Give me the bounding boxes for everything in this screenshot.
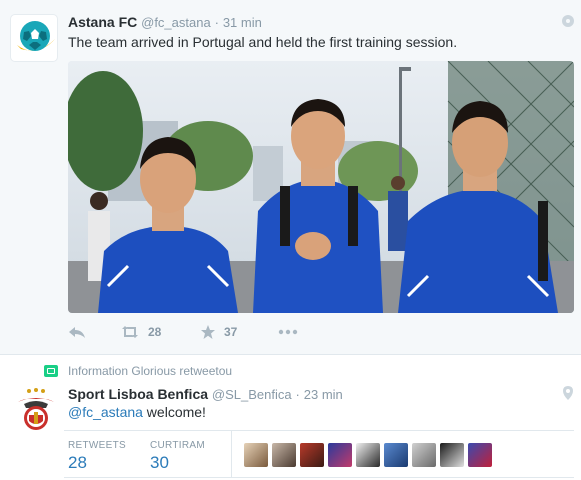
retweets-value: 28 xyxy=(68,453,87,472)
account-fullname[interactable]: Astana FC xyxy=(68,14,137,30)
retweet-context-text[interactable]: Information Glorious retweetou xyxy=(68,364,232,378)
location-pin-icon[interactable] xyxy=(563,386,573,400)
account-handle[interactable]: @SL_Benfica xyxy=(212,387,292,402)
user-avatar[interactable] xyxy=(300,443,324,467)
favorite-count: 37 xyxy=(224,325,238,339)
user-avatar[interactable] xyxy=(440,443,464,467)
more-icon xyxy=(278,329,298,335)
retweet-icon xyxy=(122,326,138,338)
tweet-timestamp[interactable]: 31 min xyxy=(223,15,262,30)
favoriters-avatars xyxy=(244,443,492,467)
tweet-actions: 28 37 xyxy=(68,322,398,344)
astana-avatar[interactable] xyxy=(10,14,58,62)
gear-icon[interactable] xyxy=(562,15,574,27)
tweet-timestamp[interactable]: 23 min xyxy=(304,387,343,402)
likes-label: CURTIRAM xyxy=(150,440,205,451)
tweet-text: The team arrived in Portugal and held th… xyxy=(68,34,458,50)
retweet-context: Information Glorious retweetou xyxy=(44,363,232,379)
reply-button[interactable] xyxy=(68,322,86,342)
user-avatar[interactable] xyxy=(468,443,492,467)
reply-icon xyxy=(69,327,85,338)
user-avatar[interactable] xyxy=(384,443,408,467)
user-avatar[interactable] xyxy=(412,443,436,467)
mention-link[interactable]: @fc_astana xyxy=(68,404,143,420)
tweet-text-body: welcome! xyxy=(142,404,206,420)
more-button[interactable] xyxy=(278,322,298,342)
user-avatar[interactable] xyxy=(328,443,352,467)
likes-value: 30 xyxy=(150,453,169,472)
account-fullname[interactable]: Sport Lisboa Benfica xyxy=(68,386,208,402)
tweet-text: @fc_astana welcome! xyxy=(68,404,206,420)
retweet-badge-icon xyxy=(44,365,58,377)
separator-dot: · xyxy=(214,15,219,30)
tweet-stats: RETWEETS 28 CURTIRAM 30 xyxy=(64,430,574,478)
account-handle[interactable]: @fc_astana xyxy=(141,15,211,30)
tweet-astana[interactable]: Astana FC @fc_astana · 31 min The team a… xyxy=(0,0,581,355)
user-avatar[interactable] xyxy=(272,443,296,467)
tweet-photo[interactable] xyxy=(68,61,574,313)
star-icon xyxy=(201,325,215,339)
separator-dot: · xyxy=(295,387,300,402)
retweet-count: 28 xyxy=(148,325,162,339)
retweets-label: RETWEETS xyxy=(68,440,126,451)
stats-divider xyxy=(231,431,232,477)
retweet-button[interactable]: 28 xyxy=(120,322,161,342)
benfica-avatar[interactable] xyxy=(14,388,58,434)
favorite-button[interactable]: 37 xyxy=(200,322,237,342)
user-avatar[interactable] xyxy=(244,443,268,467)
tweet-header: Astana FC @fc_astana · 31 min xyxy=(68,14,262,30)
user-avatar[interactable] xyxy=(356,443,380,467)
tweet-header: Sport Lisboa Benfica @SL_Benfica · 23 mi… xyxy=(68,386,343,402)
